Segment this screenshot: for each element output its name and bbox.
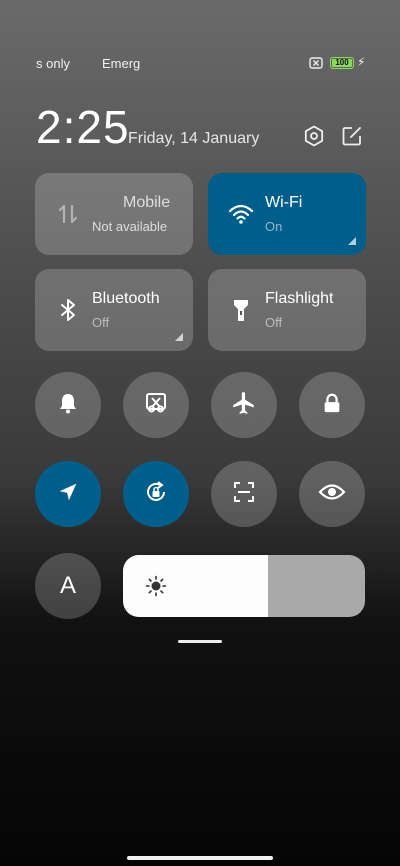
tile-title: Wi-Fi — [265, 194, 303, 211]
wifi-icon — [228, 201, 254, 227]
toggle-lock-screen[interactable] — [299, 372, 365, 438]
auto-brightness-label: A — [59, 572, 76, 599]
eye-icon — [318, 480, 346, 509]
carrier-label-2: Emerg — [102, 56, 141, 71]
tile-wifi[interactable]: Wi-Fi On — [208, 173, 366, 255]
drag-handle[interactable] — [178, 640, 222, 643]
clock-date: Friday, 14 January — [128, 130, 260, 147]
sim-no-signal-icon — [309, 57, 323, 72]
tile-subtitle: On — [265, 219, 283, 234]
tile-flashlight[interactable]: Flashlight Off — [208, 269, 366, 351]
tile-subtitle: Not available — [92, 219, 168, 234]
tile-title: Flashlight — [265, 290, 334, 307]
toggle-location[interactable] — [35, 461, 101, 527]
toggle-mute[interactable] — [35, 372, 101, 438]
mobile-data-icon — [55, 201, 81, 227]
sun-icon — [145, 575, 167, 597]
scan-icon — [232, 480, 256, 509]
tile-mobile-data[interactable]: Mobile Not available — [35, 173, 193, 255]
tile-subtitle: Off — [92, 315, 110, 330]
rotation-lock-icon — [143, 479, 169, 510]
lock-icon — [321, 392, 343, 419]
tile-title: Bluetooth — [92, 290, 160, 307]
toggle-scanner[interactable] — [211, 461, 277, 527]
battery-icon: 100 — [330, 57, 354, 69]
location-icon — [57, 481, 79, 508]
tile-title: Mobile — [123, 194, 171, 211]
expand-corner-icon[interactable] — [175, 333, 183, 341]
airplane-icon — [231, 390, 257, 421]
status-bar: s only Emerg 100 ⚡ — [0, 55, 400, 72]
bell-icon — [56, 391, 80, 420]
tile-bluetooth[interactable]: Bluetooth Off — [35, 269, 193, 351]
toggle-airplane[interactable] — [211, 372, 277, 438]
brightness-slider[interactable] — [123, 555, 365, 617]
auto-brightness-button[interactable]: A — [35, 553, 101, 619]
toggle-rotation-lock[interactable] — [123, 461, 189, 527]
screenshot-scissors-icon — [144, 391, 168, 420]
bluetooth-icon — [55, 297, 81, 323]
carrier-label: s only — [36, 56, 70, 71]
flashlight-icon — [228, 297, 254, 323]
toggle-reading-mode[interactable] — [299, 461, 365, 527]
settings-icon[interactable] — [302, 124, 326, 148]
expand-corner-icon[interactable] — [348, 237, 356, 245]
gesture-nav-bar[interactable] — [127, 856, 273, 860]
edit-icon[interactable] — [340, 124, 364, 148]
clock-time: 2:25 — [36, 101, 130, 153]
battery-level: 100 — [335, 58, 349, 67]
charging-bolt-icon: ⚡ — [357, 55, 366, 69]
tile-subtitle: Off — [265, 315, 283, 330]
toggle-screenshot[interactable] — [123, 372, 189, 438]
